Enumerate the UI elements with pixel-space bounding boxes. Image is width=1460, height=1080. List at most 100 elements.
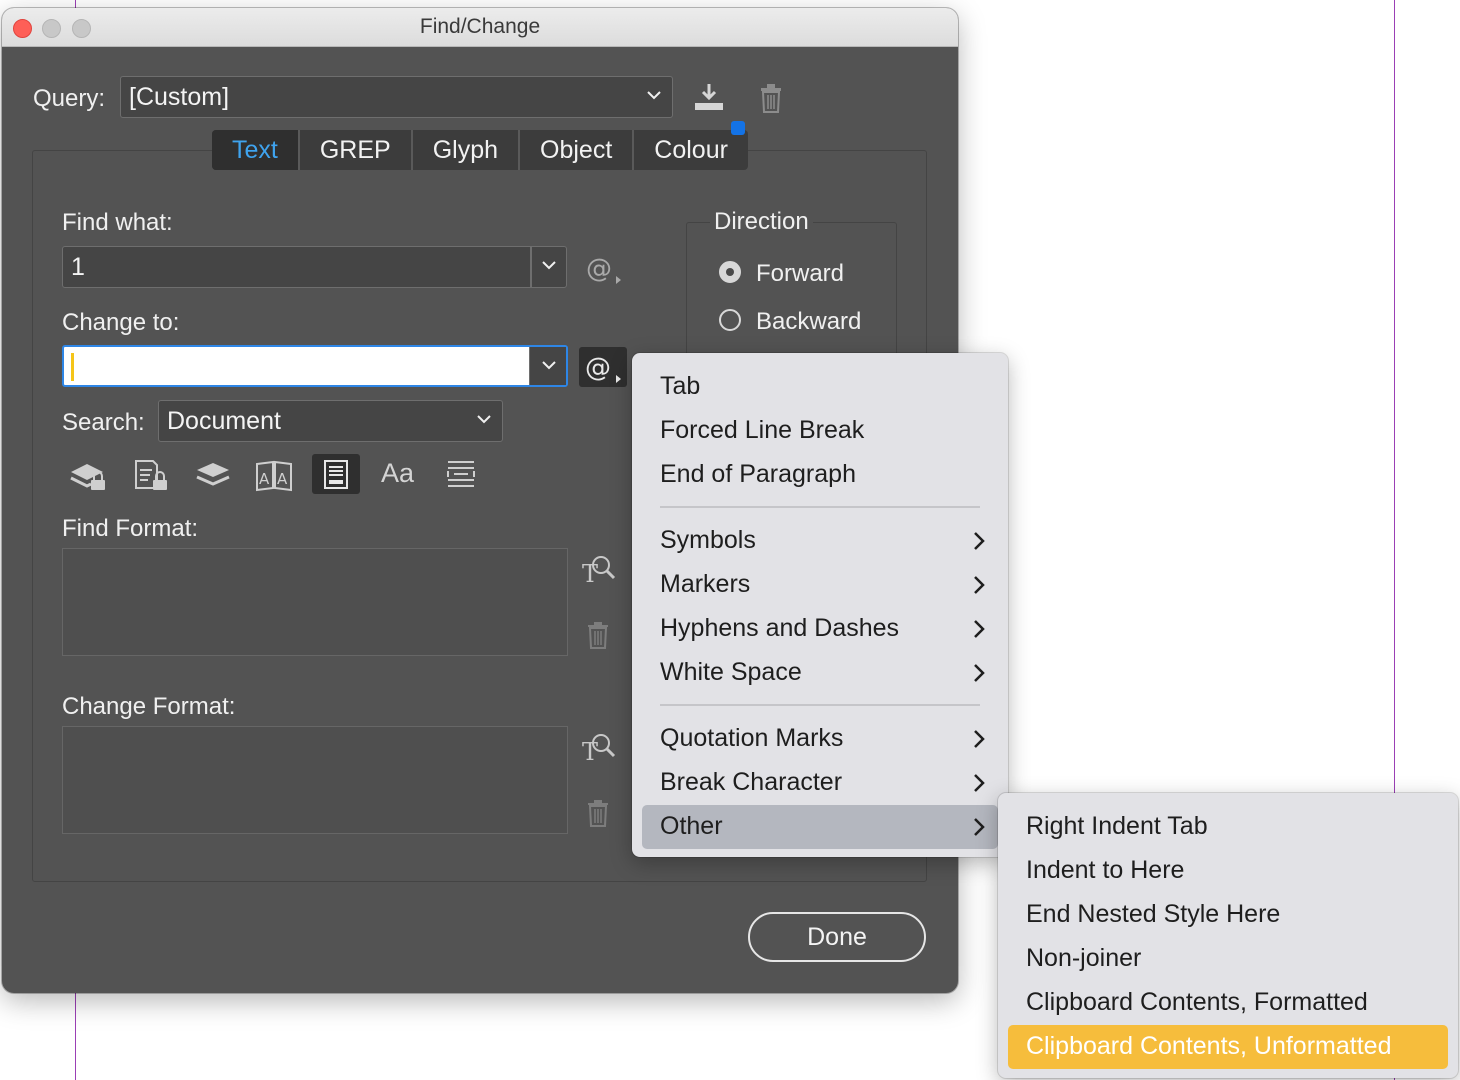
direction-group xyxy=(686,222,897,364)
change-to-label: Change to: xyxy=(62,309,180,336)
query-value: [Custom] xyxy=(129,83,230,111)
footnote-icon xyxy=(324,460,348,489)
case-sensitive-toggle[interactable]: Aa xyxy=(381,458,414,489)
change-format-label: Change Format: xyxy=(62,693,236,720)
menu-item-quotation-marks[interactable]: Quotation Marks xyxy=(642,717,998,761)
clear-find-format-icon[interactable] xyxy=(585,620,611,650)
find-what-value: 1 xyxy=(71,253,85,281)
change-format-box[interactable] xyxy=(62,726,568,834)
menu-item-label: Non-joiner xyxy=(1026,944,1142,972)
chevron-right-icon xyxy=(974,532,985,550)
search-scope-dropdown[interactable]: Document xyxy=(158,400,503,442)
menu-item-tab[interactable]: Tab xyxy=(642,365,998,409)
find-format-label: Find Format: xyxy=(62,515,199,542)
menu-item-end-of-paragraph[interactable]: End of Paragraph xyxy=(642,453,998,497)
svg-text:T: T xyxy=(582,560,598,586)
combo-button[interactable] xyxy=(529,347,566,385)
chevron-down-icon xyxy=(542,361,556,370)
chevron-right-icon xyxy=(974,664,985,682)
menu-item-label: Clipboard Contents, Formatted xyxy=(1026,988,1368,1016)
menu-item-label: Hyphens and Dashes xyxy=(660,614,900,642)
forward-radio[interactable] xyxy=(719,261,741,283)
tab-colour[interactable]: Colour xyxy=(634,130,748,170)
menu-item-label: Clipboard Contents, Unformatted xyxy=(1026,1032,1392,1060)
whole-word-icon[interactable] xyxy=(444,458,478,492)
menu-item-label: Forced Line Break xyxy=(660,416,865,444)
submenu-item-right-indent-tab[interactable]: Right Indent Tab xyxy=(1008,805,1448,849)
save-query-icon[interactable] xyxy=(692,82,726,114)
combo-divider xyxy=(530,247,532,287)
tab-glyph[interactable]: Glyph xyxy=(413,130,521,170)
direction-label: Direction xyxy=(710,208,813,236)
menu-item-label: Other xyxy=(660,812,723,840)
chevron-right-icon xyxy=(974,818,985,836)
svg-text:T: T xyxy=(582,738,598,764)
specify-change-format-icon[interactable]: T xyxy=(580,730,616,764)
menu-item-label: Symbols xyxy=(660,526,756,554)
search-label: Search: xyxy=(62,409,145,436)
menu-item-label: Tab xyxy=(660,372,701,400)
menu-item-hyphens-and-dashes[interactable]: Hyphens and Dashes xyxy=(642,607,998,651)
submenu-item-end-nested-style-here[interactable]: End Nested Style Here xyxy=(1008,893,1448,937)
notification-dot xyxy=(731,121,745,135)
menu-separator xyxy=(660,506,980,508)
submenu-item-non-joiner[interactable]: Non-joiner xyxy=(1008,937,1448,981)
submenu-item-clipboard-formatted[interactable]: Clipboard Contents, Formatted xyxy=(1008,981,1448,1025)
special-characters-menu: Tab Forced Line Break End of Paragraph S… xyxy=(632,353,1008,857)
change-to-input[interactable] xyxy=(62,345,568,387)
query-dropdown[interactable]: [Custom] xyxy=(120,76,673,118)
menu-item-label: Indent to Here xyxy=(1026,856,1185,884)
find-what-label: Find what: xyxy=(62,209,173,236)
menu-item-break-character[interactable]: Break Character xyxy=(642,761,998,805)
menu-item-markers[interactable]: Markers xyxy=(642,563,998,607)
chevron-right-icon xyxy=(974,730,985,748)
title-bar: Find/Change xyxy=(2,8,958,47)
include-master-pages-icon[interactable]: A A xyxy=(255,458,293,492)
special-characters-find-icon[interactable]: @ xyxy=(584,252,624,286)
query-label: Query: xyxy=(33,85,106,112)
menu-item-label: Markers xyxy=(660,570,751,598)
find-what-input[interactable]: 1 xyxy=(62,246,567,288)
backward-radio[interactable] xyxy=(719,309,741,331)
menu-item-symbols[interactable]: Symbols xyxy=(642,519,998,563)
submenu-item-clipboard-unformatted[interactable]: Clipboard Contents, Unformatted xyxy=(1008,1025,1448,1069)
menu-item-other[interactable]: Other xyxy=(642,805,998,849)
include-locked-layers-icon[interactable] xyxy=(69,458,109,492)
tab-object[interactable]: Object xyxy=(520,130,635,170)
menu-item-label: End Nested Style Here xyxy=(1026,900,1281,928)
window-title: Find/Change xyxy=(419,15,541,38)
done-button[interactable]: Done xyxy=(748,912,926,962)
svg-text:@: @ xyxy=(586,254,612,284)
chevron-down-icon xyxy=(647,91,661,100)
chevron-down-icon[interactable] xyxy=(539,251,559,279)
delete-query-icon[interactable] xyxy=(757,82,785,114)
text-caret xyxy=(71,353,74,381)
chevron-right-icon xyxy=(974,576,985,594)
menu-item-forced-line-break[interactable]: Forced Line Break xyxy=(642,409,998,453)
specify-find-format-icon[interactable]: T xyxy=(580,552,616,586)
menu-item-label: White Space xyxy=(660,658,802,686)
submenu-item-indent-to-here[interactable]: Indent to Here xyxy=(1008,849,1448,893)
tab-grep[interactable]: GREP xyxy=(300,130,413,170)
tab-bar: Text GREP Glyph Object Colour xyxy=(212,130,748,170)
chevron-right-icon xyxy=(974,774,985,792)
svg-text:@: @ xyxy=(585,353,611,383)
backward-label[interactable]: Backward xyxy=(756,308,861,336)
find-format-box[interactable] xyxy=(62,548,568,656)
include-locked-stories-icon[interactable] xyxy=(133,458,171,492)
include-footnotes-button[interactable] xyxy=(312,454,360,494)
search-scope-value: Document xyxy=(167,407,281,435)
menu-item-label: Break Character xyxy=(660,768,843,796)
chevron-right-icon xyxy=(974,620,985,638)
clear-change-format-icon[interactable] xyxy=(585,798,611,828)
include-hidden-layers-icon[interactable] xyxy=(195,460,231,490)
chevron-down-icon xyxy=(477,415,491,424)
menu-separator xyxy=(660,704,980,706)
at-sign-icon: @ xyxy=(585,353,621,383)
menu-item-label: Quotation Marks xyxy=(660,724,844,752)
menu-item-white-space[interactable]: White Space xyxy=(642,651,998,695)
forward-label[interactable]: Forward xyxy=(756,260,844,288)
svg-text:A: A xyxy=(277,470,288,488)
special-characters-change-button[interactable]: @ xyxy=(579,347,627,387)
tab-text[interactable]: Text xyxy=(212,130,300,170)
